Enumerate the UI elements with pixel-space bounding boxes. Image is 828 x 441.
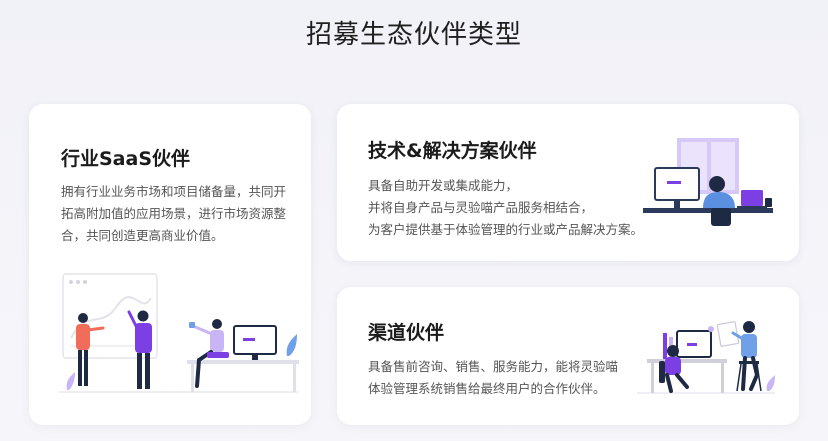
card-tech-solution-partner: 技术&解决方案伙伴 具备自助开发或集成能力， 并将自身产品与灵验喵产品服务相结合… (337, 104, 799, 261)
card-title: 行业SaaS伙伴 (61, 148, 191, 170)
sales-meeting-illustration (637, 321, 775, 394)
description-line: 具备自助开发或集成能力， (368, 178, 519, 193)
card-title: 技术&解决方案伙伴 (368, 140, 537, 162)
card-description: 具备自助开发或集成能力， 并将自身产品与灵验喵产品服务相结合， 为客户提供基于体… (368, 175, 668, 241)
card-description: 拥有行业业务市场和项目储备量，共同开拓高附加值的应用场景，进行市场资源整合，共同… (61, 184, 287, 243)
developer-at-desk-illustration (643, 138, 773, 226)
page-title: 招募生态伙伴类型 (305, 20, 522, 50)
team-collaboration-illustration (59, 273, 299, 393)
card-channel-partner: 渠道伙伴 具备售前咨询、销售、服务能力，能将灵验喵体验管理系统销售给最终用户的合… (337, 287, 799, 425)
card-title: 渠道伙伴 (368, 322, 445, 344)
card-saas-partner: 行业SaaS伙伴 拥有行业业务市场和项目储备量，共同开拓高附加值的应用场景，进行… (29, 104, 311, 425)
description-line: 为客户提供基于体验管理的行业或产品解决方案。 (368, 222, 644, 237)
description-line: 并将自身产品与灵验喵产品服务相结合， (368, 200, 594, 215)
card-description: 具备售前咨询、销售、服务能力，能将灵验喵体验管理系统销售给最终用户的合作伙伴。 (368, 359, 619, 396)
